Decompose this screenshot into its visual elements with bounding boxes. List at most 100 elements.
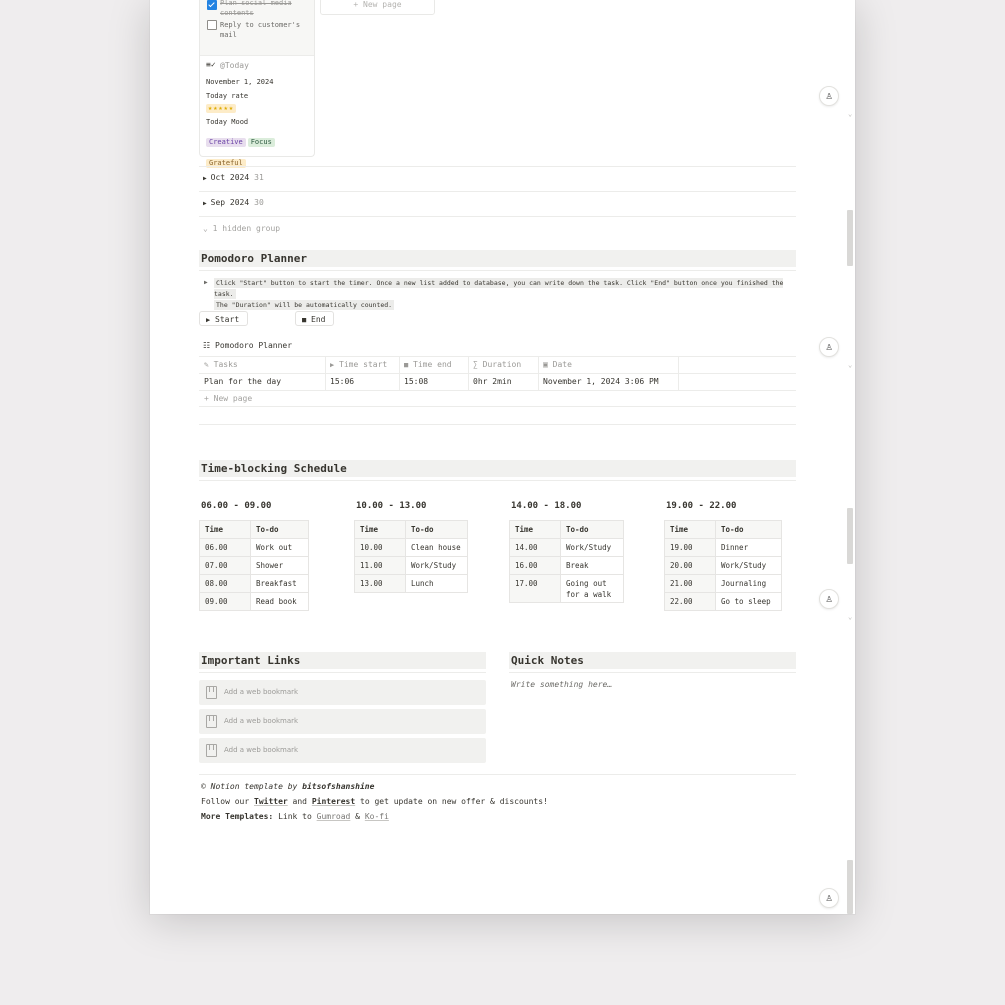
column-label: Time start [339, 360, 388, 369]
notes-input[interactable]: Write something here… [511, 680, 612, 689]
footer-follow: Follow our Twitter and Pinterest to get … [201, 796, 548, 808]
cell-time: 10.00 [354, 538, 406, 557]
schedule-table: Time To-do 14.00 Work/Study 16.00 Break 17.… [509, 520, 624, 603]
cell-task[interactable]: Plan for the day [204, 376, 281, 388]
mood-tag: Creative [206, 138, 246, 147]
add-bookmark-button[interactable]: Add a web bookmark [199, 680, 486, 705]
hidden-group-toggle[interactable]: ⌄ 1 hidden group [203, 224, 280, 233]
cell-todo: Dinner [715, 538, 782, 557]
block-title: 19.00 - 22.00 [666, 501, 737, 511]
group-oct-2024[interactable]: ▶ Oct 2024 31 [203, 173, 264, 182]
instruction-line-1: Click "Start" button to start the timer.… [214, 278, 784, 299]
stop-icon: ■ [302, 316, 307, 324]
twitter-link[interactable]: Twitter [254, 797, 288, 806]
instruction-line-2: The "Duration" will be automatically cou… [214, 300, 395, 310]
sparkle-person-icon[interactable]: ♙ [819, 86, 839, 106]
checkbox-icon[interactable] [207, 20, 217, 30]
chevron-down-icon: ⌄ [203, 224, 208, 233]
end-button[interactable]: ■ End [295, 311, 334, 326]
follow-prefix: Follow our [201, 797, 250, 806]
kofi-link[interactable]: Ko-fi [365, 812, 389, 821]
divider [199, 191, 796, 192]
column-divider [468, 356, 469, 390]
cell-time: 19.00 [664, 538, 716, 557]
board-card[interactable]: Plan social media contents Reply to cust… [199, 0, 315, 168]
scrollbar-thumb[interactable] [847, 860, 853, 914]
sparkle-person-icon[interactable]: ♙ [819, 888, 839, 908]
cell-date[interactable]: November 1, 2024 3:06 PM [543, 376, 659, 388]
cell-time: 09.00 [199, 592, 251, 611]
divider [199, 216, 796, 217]
section-heading-links: Important Links [199, 652, 486, 669]
rate-label: Today rate [206, 92, 249, 100]
bookmark-icon [206, 744, 217, 757]
col-time: Time [509, 520, 561, 539]
date-mention[interactable]: @Today [220, 61, 249, 70]
cell-time: 16.00 [509, 556, 561, 575]
divider [509, 672, 796, 673]
col-todo: To-do [560, 520, 624, 539]
col-todo: To-do [250, 520, 309, 539]
column-header-date[interactable]: ▣ Date [543, 357, 572, 372]
database-title[interactable]: ☷ Pomodoro Planner [203, 341, 292, 350]
cell-time: 11.00 [354, 556, 406, 575]
column-header-tasks[interactable]: ✎ Tasks [204, 357, 238, 372]
divider [199, 672, 486, 673]
column-divider [678, 356, 679, 390]
formula-icon: ∑ [473, 360, 478, 369]
schedule-table: Time To-do 19.00 Dinner 20.00 Work/Study 21… [664, 520, 782, 611]
chevron-right-icon[interactable]: ▶ [203, 200, 207, 207]
mood-tags: Creative Focus Grateful [206, 129, 312, 169]
column-header-duration[interactable]: ∑ Duration [473, 357, 521, 372]
bookmark-icon [206, 686, 217, 699]
table-new-page-button[interactable]: + New page [204, 393, 252, 405]
add-bookmark-button[interactable]: Add a web bookmark [199, 709, 486, 734]
group-count: 30 [254, 198, 264, 207]
cell-todo: Work/Study [405, 556, 468, 575]
divider [199, 424, 796, 425]
scrollbar-thumb[interactable] [847, 210, 853, 266]
credit-author: bitsofshanshine [302, 782, 375, 791]
link-to: Link to [278, 812, 312, 821]
footer-credit: © Notion template by bitsofshanshine [201, 781, 374, 793]
add-bookmark-button[interactable]: Add a web bookmark [199, 738, 486, 763]
cell-time-end[interactable]: 15:08 [404, 376, 428, 388]
follow-suffix: to get update on new offer & discounts! [360, 797, 548, 806]
column-divider [399, 356, 400, 390]
cell-todo: Lunch [405, 574, 468, 593]
chevron-right-icon[interactable]: ▶ [203, 175, 207, 182]
stop-icon: ■ [404, 361, 409, 369]
sparkle-person-icon[interactable]: ♙ [819, 337, 839, 357]
pomodoro-instructions: Click "Start" button to start the timer.… [214, 278, 794, 311]
start-button[interactable]: ▶ Start [199, 311, 248, 326]
cell-todo: Going out for a walk [560, 574, 624, 603]
bookmark-label: Add a web bookmark [224, 688, 299, 696]
task-line2: mail [220, 31, 237, 39]
table-icon: ☷ [203, 341, 211, 350]
cell-todo: Break [560, 556, 624, 575]
scrollbar-thumb[interactable] [847, 508, 853, 564]
sparkle-person-icon[interactable]: ♙ [819, 589, 839, 609]
start-label: Start [215, 315, 240, 324]
pinterest-link[interactable]: Pinterest [312, 797, 355, 806]
schedule-table: Time To-do 10.00 Clean house 11.00 Work/Stu… [354, 520, 468, 593]
checkbox-icon[interactable] [207, 0, 217, 10]
card-date: November 1, 2024 [206, 78, 274, 86]
cell-todo: Clean house [405, 538, 468, 557]
block-title: 14.00 - 18.00 [511, 501, 582, 511]
cell-todo: Work/Study [715, 556, 782, 575]
callout-toggle-icon[interactable]: ▶ [204, 279, 208, 286]
cell-time-start[interactable]: 15:06 [330, 376, 354, 388]
board-new-page-button[interactable]: + New page [320, 0, 435, 15]
column-header-time-end[interactable]: ■ Time end [404, 357, 452, 372]
group-sep-2024[interactable]: ▶ Sep 2024 30 [203, 198, 264, 207]
cell-todo: Work out [250, 538, 309, 557]
pencil-icon: ✎ [204, 360, 209, 369]
gumroad-link[interactable]: Gumroad [317, 812, 351, 821]
bookmark-icon [206, 715, 217, 728]
section-heading-pomodoro: Pomodoro Planner [199, 250, 796, 267]
cell-todo: Breakfast [250, 574, 309, 593]
group-label: Sep 2024 [210, 198, 250, 207]
column-header-time-start[interactable]: ▶ Time start [330, 357, 387, 372]
cell-todo: Read book [250, 592, 309, 611]
